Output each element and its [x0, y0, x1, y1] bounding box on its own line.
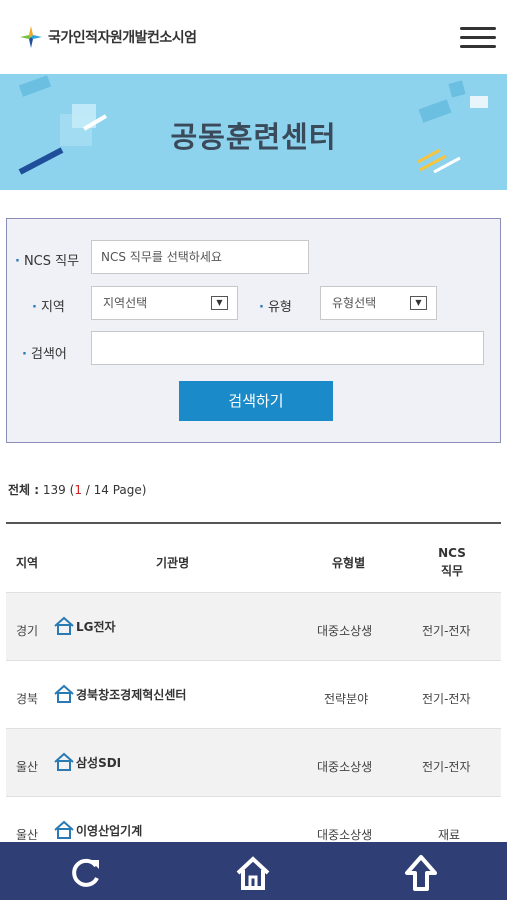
keyword-label: · 검색어	[22, 347, 67, 362]
org-link[interactable]: LG전자	[53, 616, 116, 636]
type-select[interactable]: 유형선택 ▼	[320, 286, 437, 320]
table-row[interactable]: 경북 경북창조경제혁신센터 전략분야 전기-전자	[6, 660, 501, 728]
table-row[interactable]: 경기 LG전자 대중소상생 전기-전자	[6, 592, 501, 660]
consortium-logo-icon	[20, 26, 42, 48]
org-link[interactable]: 이영산업기계	[53, 820, 142, 840]
home-icon	[54, 752, 74, 771]
search-button[interactable]: 검색하기	[179, 381, 333, 421]
table-row[interactable]: 울산 삼성SDI 대중소상생 전기-전자	[6, 728, 501, 796]
result-summary: 전체 : 139 (1 / 14 Page)	[8, 483, 147, 497]
region-label: · 지역	[32, 300, 65, 315]
header-ncs: NCS 직무	[438, 546, 466, 578]
org-link[interactable]: 경북창조경제혁신센터	[53, 684, 186, 704]
ncs-job-field[interactable]: NCS 직무를 선택하세요	[91, 240, 309, 274]
center-table: 지역 기관명 유형별 NCS 직무 경기 LG전자 대중소상생 전기-전자 경북 …	[6, 522, 501, 864]
arrow-up-icon[interactable]	[402, 854, 440, 892]
home-icon	[54, 820, 74, 839]
logo[interactable]: 국가인적자원개발컨소시엄	[18, 24, 197, 50]
search-form: · NCS 직무 NCS 직무를 선택하세요 · 지역 지역선택 ▼ · 유형 유형선…	[6, 218, 501, 443]
chevron-down-icon: ▼	[410, 296, 427, 310]
chevron-down-icon: ▼	[211, 296, 228, 310]
home-icon	[54, 684, 74, 703]
org-name: 국가인적자원개발컨소시엄	[48, 30, 197, 46]
current-page: 1	[74, 483, 82, 497]
ncs-label: · NCS 직무	[15, 254, 80, 269]
home-icon	[54, 616, 74, 635]
hamburger-menu-icon[interactable]	[460, 26, 496, 50]
region-select[interactable]: 지역선택 ▼	[91, 286, 238, 320]
page-banner: 공동훈련센터	[0, 74, 507, 190]
header: 국가인적자원개발컨소시엄	[0, 0, 507, 74]
page-title: 공동훈련센터	[170, 120, 337, 154]
home-icon[interactable]	[234, 854, 272, 892]
header-region: 지역	[16, 556, 39, 570]
table-header: 지역 기관명 유형별 NCS 직무	[6, 524, 501, 592]
org-link[interactable]: 삼성SDI	[53, 752, 121, 772]
type-label: · 유형	[259, 300, 292, 315]
header-org: 기관명	[156, 556, 190, 570]
header-type: 유형별	[332, 556, 366, 570]
keyword-input[interactable]	[91, 331, 484, 365]
refresh-icon[interactable]	[66, 854, 104, 892]
bottom-nav	[0, 842, 507, 900]
